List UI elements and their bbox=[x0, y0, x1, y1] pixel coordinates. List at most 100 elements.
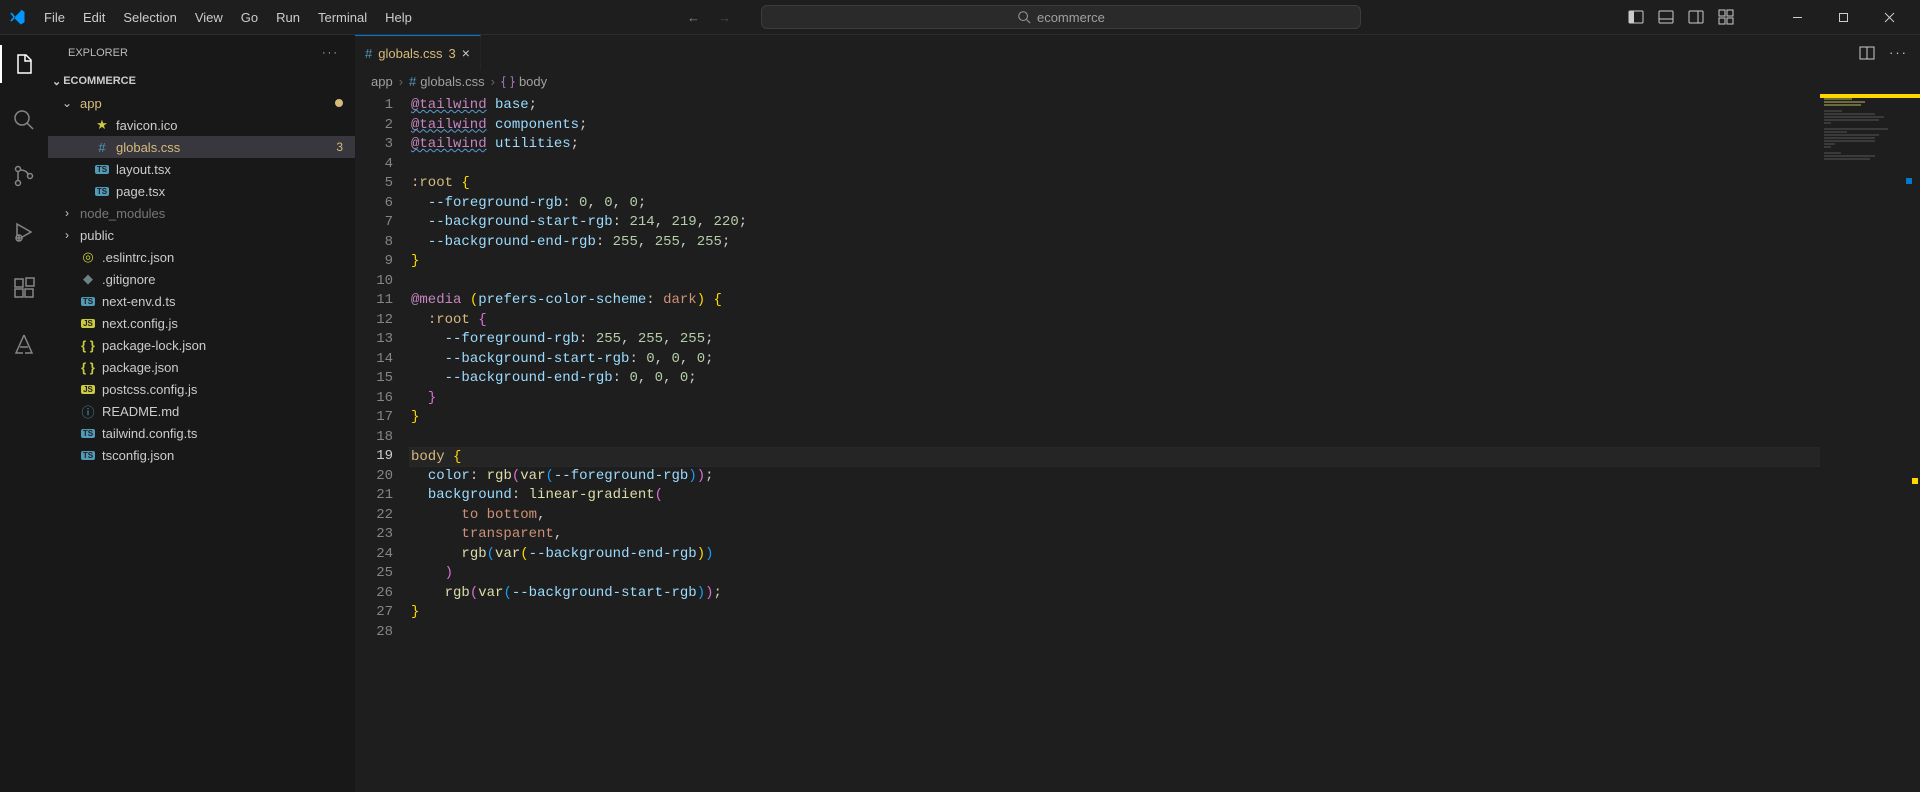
sidebar-more-icon[interactable]: ··· bbox=[322, 47, 339, 59]
code-line[interactable]: transparent, bbox=[411, 525, 1920, 545]
activity-extensions-icon[interactable] bbox=[0, 269, 48, 307]
line-number: 7 bbox=[355, 213, 393, 233]
line-number: 21 bbox=[355, 486, 393, 506]
code-line[interactable]: --foreground-rgb: 0, 0, 0; bbox=[411, 194, 1920, 214]
tree-item-label: favicon.ico bbox=[116, 118, 343, 133]
code-line[interactable]: @tailwind utilities; bbox=[411, 135, 1920, 155]
menu-file[interactable]: File bbox=[36, 6, 73, 29]
folder-header[interactable]: ⌄ ECOMMERCE bbox=[48, 70, 355, 92]
code-line[interactable]: @tailwind components; bbox=[411, 116, 1920, 136]
activity-search-icon[interactable] bbox=[0, 101, 48, 139]
folder-app[interactable]: ⌄app bbox=[48, 92, 355, 114]
tree-item-label: package-lock.json bbox=[102, 338, 343, 353]
code-line[interactable]: @media (prefers-color-scheme: dark) { bbox=[411, 291, 1920, 311]
file-favicon-ico[interactable]: ★favicon.ico bbox=[48, 114, 355, 136]
code-line[interactable]: } bbox=[411, 408, 1920, 428]
code-line[interactable]: --background-start-rgb: 214, 219, 220; bbox=[411, 213, 1920, 233]
line-number: 15 bbox=[355, 369, 393, 389]
file-icon: ◆ bbox=[80, 271, 96, 287]
file--eslintrc-json[interactable]: ◎.eslintrc.json bbox=[48, 246, 355, 268]
tree-item-label: .gitignore bbox=[102, 272, 343, 287]
activity-explorer-icon[interactable] bbox=[0, 45, 48, 83]
tree-item-label: tailwind.config.ts bbox=[102, 426, 343, 441]
layout-sidebar-left-icon[interactable] bbox=[1628, 9, 1644, 25]
window-minimize-button[interactable] bbox=[1774, 2, 1820, 32]
file-tsconfig-json[interactable]: TStsconfig.json bbox=[48, 444, 355, 466]
line-number: 12 bbox=[355, 311, 393, 331]
command-center-search[interactable]: ecommerce bbox=[761, 5, 1361, 29]
code-line[interactable]: to bottom, bbox=[411, 506, 1920, 526]
code-line[interactable]: } bbox=[411, 252, 1920, 272]
tab-globals-css[interactable]: # globals.css 3 × bbox=[355, 35, 481, 70]
breadcrumb-app[interactable]: app bbox=[371, 74, 393, 89]
file-postcss-config-js[interactable]: JSpostcss.config.js bbox=[48, 378, 355, 400]
file-tailwind-config-ts[interactable]: TStailwind.config.ts bbox=[48, 422, 355, 444]
file-next-config-js[interactable]: JSnext.config.js bbox=[48, 312, 355, 334]
code-line[interactable]: ) bbox=[411, 564, 1920, 584]
code-line[interactable]: color: rgb(var(--foreground-rgb)); bbox=[411, 467, 1920, 487]
modified-dot-icon bbox=[335, 99, 343, 107]
code-line[interactable] bbox=[411, 428, 1920, 448]
code-line[interactable]: } bbox=[411, 389, 1920, 409]
breadcrumb[interactable]: app › # globals.css › body bbox=[355, 70, 1920, 94]
split-editor-icon[interactable] bbox=[1859, 45, 1875, 61]
code-line[interactable] bbox=[411, 623, 1920, 643]
menu-help[interactable]: Help bbox=[377, 6, 420, 29]
code-line[interactable]: :root { bbox=[411, 311, 1920, 331]
code-line[interactable]: --background-end-rgb: 0, 0, 0; bbox=[411, 369, 1920, 389]
layout-sidebar-right-icon[interactable] bbox=[1688, 9, 1704, 25]
menu-selection[interactable]: Selection bbox=[115, 6, 184, 29]
menu-view[interactable]: View bbox=[187, 6, 231, 29]
file-next-env-d-ts[interactable]: TSnext-env.d.ts bbox=[48, 290, 355, 312]
code-line[interactable]: --background-end-rgb: 255, 255, 255; bbox=[411, 233, 1920, 253]
nav-arrows: ← → bbox=[687, 10, 731, 25]
code-line[interactable]: background: linear-gradient( bbox=[411, 486, 1920, 506]
file--gitignore[interactable]: ◆ .gitignore bbox=[48, 268, 355, 290]
activity-source-control-icon[interactable] bbox=[0, 157, 48, 195]
code-line[interactable]: @tailwind base; bbox=[411, 96, 1920, 116]
file-icon: ◎ bbox=[80, 249, 96, 265]
file-layout-tsx[interactable]: TSlayout.tsx bbox=[48, 158, 355, 180]
code-line[interactable] bbox=[411, 155, 1920, 175]
line-number: 19 bbox=[355, 447, 393, 467]
breadcrumb-symbol[interactable]: body bbox=[519, 74, 547, 89]
menu-go[interactable]: Go bbox=[233, 6, 266, 29]
code-line[interactable]: rgb(var(--background-start-rgb)); bbox=[411, 584, 1920, 604]
window-close-button[interactable] bbox=[1866, 2, 1912, 32]
code-line[interactable]: --background-start-rgb: 0, 0, 0; bbox=[411, 350, 1920, 370]
editor-more-icon[interactable]: ··· bbox=[1889, 45, 1908, 60]
minimap[interactable] bbox=[1820, 94, 1920, 792]
folder-public[interactable]: ›public bbox=[48, 224, 355, 246]
line-number: 4 bbox=[355, 155, 393, 175]
nav-back-icon[interactable]: ← bbox=[687, 10, 700, 25]
file-globals-css[interactable]: #globals.css3 bbox=[48, 136, 355, 158]
window-maximize-button[interactable] bbox=[1820, 2, 1866, 32]
code-line[interactable]: rgb(var(--background-end-rgb)) bbox=[411, 545, 1920, 565]
tab-close-icon[interactable]: × bbox=[462, 45, 470, 61]
activity-run-debug-icon[interactable] bbox=[0, 213, 48, 251]
folder-node-modules[interactable]: ›node_modules bbox=[48, 202, 355, 224]
menu-run[interactable]: Run bbox=[268, 6, 308, 29]
layout-panel-icon[interactable] bbox=[1658, 9, 1674, 25]
file-package-lock-json[interactable]: { }package-lock.json bbox=[48, 334, 355, 356]
tree-item-label: page.tsx bbox=[116, 184, 343, 199]
layout-customize-icon[interactable] bbox=[1718, 9, 1734, 25]
file-page-tsx[interactable]: TSpage.tsx bbox=[48, 180, 355, 202]
menu-terminal[interactable]: Terminal bbox=[310, 6, 375, 29]
code-line[interactable]: :root { bbox=[411, 174, 1920, 194]
code-line[interactable] bbox=[411, 272, 1920, 292]
line-number: 9 bbox=[355, 252, 393, 272]
file-package-json[interactable]: { }package.json bbox=[48, 356, 355, 378]
file-icon: TS bbox=[80, 451, 96, 460]
menu-edit[interactable]: Edit bbox=[75, 6, 113, 29]
editor-body[interactable]: 1234567891011121314151617181920212223242… bbox=[355, 94, 1920, 792]
code-line[interactable]: body { bbox=[409, 447, 1920, 467]
code-line[interactable]: --foreground-rgb: 255, 255, 255; bbox=[411, 330, 1920, 350]
breadcrumb-file[interactable]: globals.css bbox=[420, 74, 484, 89]
nav-forward-icon[interactable]: → bbox=[718, 10, 731, 25]
line-number: 16 bbox=[355, 389, 393, 409]
file-readme-md[interactable]: ⓘREADME.md bbox=[48, 400, 355, 422]
code-line[interactable]: } bbox=[411, 603, 1920, 623]
code-content[interactable]: @tailwind base;@tailwind components;@tai… bbox=[411, 94, 1920, 792]
activity-azure-icon[interactable] bbox=[0, 325, 48, 363]
